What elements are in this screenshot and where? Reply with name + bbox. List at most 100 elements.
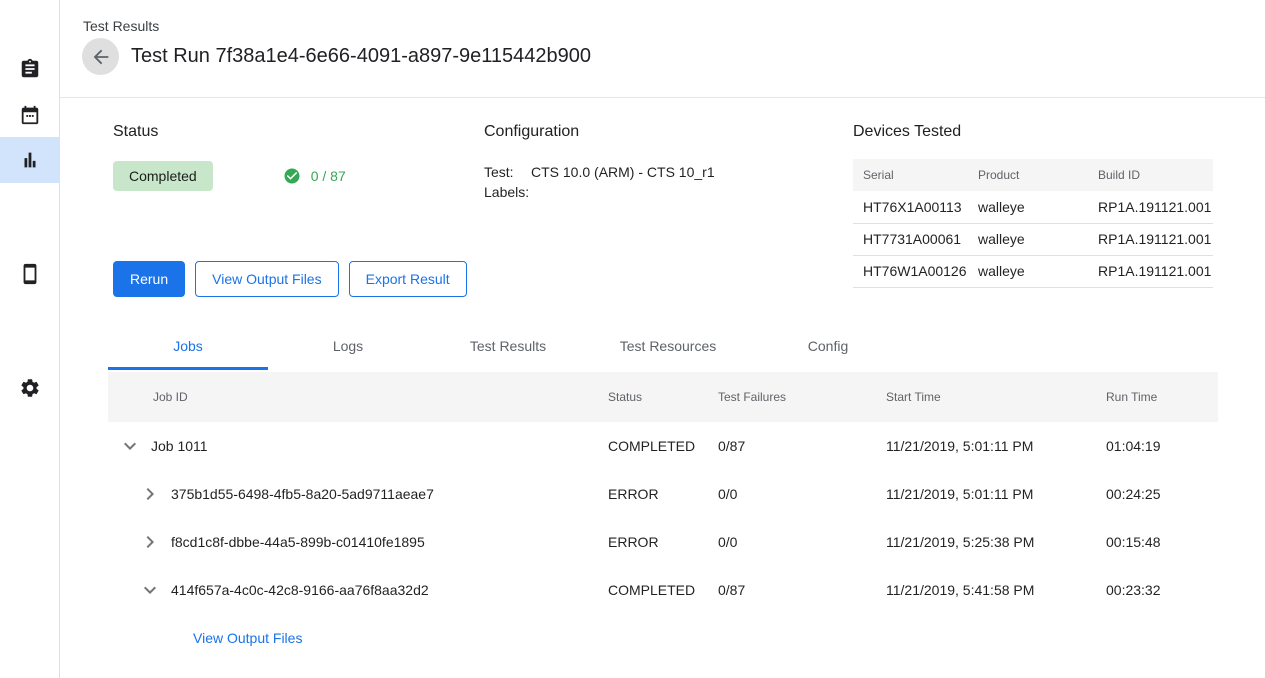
arrow-back-icon: [90, 46, 112, 68]
device-serial: HT7731A00061: [853, 223, 968, 255]
jobs-col-failures: Test Failures: [718, 390, 886, 404]
chevron-down-icon: [138, 578, 162, 602]
configuration-rows: Test:CTS 10.0 (ARM) - CTS 10_r1 Labels:: [484, 162, 853, 202]
job-status: COMPLETED: [608, 582, 718, 598]
job-status: ERROR: [608, 486, 718, 502]
device-serial: HT76X1A00113: [853, 191, 968, 223]
devices-col-build: Build ID: [1088, 159, 1213, 191]
devices-header-row: Serial Product Build ID: [853, 159, 1213, 191]
job-start-time: 11/21/2019, 5:41:58 PM: [886, 582, 1106, 598]
info-row: Status Completed 0 / 87 Rerun View Outpu…: [113, 123, 1265, 297]
job-failures: 0/87: [718, 582, 886, 598]
job-id: 375b1d55-6498-4fb5-8a20-5ad9711aeae7: [171, 486, 434, 502]
jobs-col-id: Job ID: [108, 390, 608, 404]
devices-col-product: Product: [968, 159, 1088, 191]
sidebar-item-devices[interactable]: [0, 251, 60, 297]
configuration-heading: Configuration: [484, 123, 853, 141]
back-button[interactable]: [82, 38, 119, 75]
job-link-row: View Output Files: [108, 614, 1218, 662]
status-section: Status Completed 0 / 87 Rerun View Outpu…: [113, 123, 484, 297]
job-failures: 0/0: [718, 534, 886, 550]
jobs-col-start: Start Time: [886, 390, 1106, 404]
job-run-time: 00:24:25: [1106, 486, 1218, 502]
sidebar-item-test-results[interactable]: [0, 137, 60, 183]
device-build: RP1A.191121.001: [1088, 223, 1213, 255]
expand-attempt-button[interactable]: [138, 482, 162, 506]
job-row: Job 1011 COMPLETED 0/87 11/21/2019, 5:01…: [108, 422, 1218, 470]
expand-attempt-button[interactable]: [138, 530, 162, 554]
sidebar-item-schedule[interactable]: [0, 92, 60, 138]
export-result-button[interactable]: Export Result: [349, 261, 467, 297]
page-header: Test Results Test Run 7f38a1e4-6e66-4091…: [60, 0, 1265, 98]
config-value: CTS 10.0 (ARM) - CTS 10_r1: [531, 164, 715, 180]
collapse-job-button[interactable]: [118, 434, 142, 458]
device-serial: HT76W1A00126: [853, 255, 968, 287]
content: Status Completed 0 / 87 Rerun View Outpu…: [60, 98, 1265, 662]
clipboard-icon: [19, 58, 41, 80]
job-row: 375b1d55-6498-4fb5-8a20-5ad9711aeae7 ERR…: [108, 470, 1218, 518]
tab-jobs[interactable]: Jobs: [108, 322, 268, 370]
failure-count-text: 0 / 87: [311, 168, 346, 184]
devices-section: Devices Tested Serial Product Build ID H…: [853, 123, 1213, 297]
device-product: walleye: [968, 255, 1088, 287]
device-row: HT76W1A00126 walleye RP1A.191121.001: [853, 255, 1213, 287]
rerun-button[interactable]: Rerun: [113, 261, 185, 297]
tab-config[interactable]: Config: [748, 322, 908, 370]
failure-count: 0 / 87: [283, 167, 346, 185]
job-id: Job 1011: [151, 438, 208, 454]
breadcrumb: Test Results: [83, 18, 159, 34]
tab-test-resources[interactable]: Test Resources: [588, 322, 748, 370]
chevron-right-icon: [138, 482, 162, 506]
view-output-files-link[interactable]: View Output Files: [193, 630, 302, 646]
config-row-test: Test:CTS 10.0 (ARM) - CTS 10_r1: [484, 162, 853, 182]
app: Test Results Test Run 7f38a1e4-6e66-4091…: [0, 0, 1265, 678]
config-label: Labels:: [484, 182, 531, 202]
job-status: ERROR: [608, 534, 718, 550]
calendar-icon: [19, 104, 41, 126]
jobs-col-run: Run Time: [1106, 390, 1218, 404]
bar-chart-icon: [19, 149, 41, 171]
device-row: HT76X1A00113 walleye RP1A.191121.001: [853, 191, 1213, 223]
tab-logs[interactable]: Logs: [268, 322, 428, 370]
check-circle-icon: [283, 167, 301, 185]
jobs-header-row: Job ID Status Test Failures Start Time R…: [108, 372, 1218, 422]
job-status: COMPLETED: [608, 438, 718, 454]
config-row-labels: Labels:: [484, 182, 853, 202]
config-label: Test:: [484, 162, 531, 182]
job-run-time: 00:23:32: [1106, 582, 1218, 598]
job-start-time: 11/21/2019, 5:01:11 PM: [886, 486, 1106, 502]
device-product: walleye: [968, 191, 1088, 223]
action-buttons: Rerun View Output Files Export Result: [113, 261, 484, 297]
job-failures: 0/87: [718, 438, 886, 454]
device-row: HT7731A00061 walleye RP1A.191121.001: [853, 223, 1213, 255]
view-output-files-button[interactable]: View Output Files: [195, 261, 338, 297]
page-title: Test Run 7f38a1e4-6e66-4091-a897-9e11544…: [131, 45, 591, 68]
devices-table: Serial Product Build ID HT76X1A00113 wal…: [853, 159, 1213, 288]
chevron-right-icon: [138, 530, 162, 554]
sidebar-item-test-plans[interactable]: [0, 46, 60, 92]
job-start-time: 11/21/2019, 5:01:11 PM: [886, 438, 1106, 454]
jobs-col-status: Status: [608, 390, 718, 404]
job-failures: 0/0: [718, 486, 886, 502]
tab-bar: Jobs Logs Test Results Test Resources Co…: [108, 322, 1218, 370]
collapse-attempt-button[interactable]: [138, 578, 162, 602]
tab-test-results[interactable]: Test Results: [428, 322, 588, 370]
status-line: Completed 0 / 87: [113, 161, 484, 191]
sidebar-item-settings[interactable]: [0, 365, 60, 411]
job-row: f8cd1c8f-dbbe-44a5-899b-c01410fe1895 ERR…: [108, 518, 1218, 566]
job-start-time: 11/21/2019, 5:25:38 PM: [886, 534, 1106, 550]
devices-col-serial: Serial: [853, 159, 968, 191]
phone-icon: [19, 263, 41, 285]
devices-heading: Devices Tested: [853, 123, 1213, 141]
job-id: f8cd1c8f-dbbe-44a5-899b-c01410fe1895: [171, 534, 425, 550]
chevron-down-icon: [118, 434, 142, 458]
job-row: 414f657a-4c0c-42c8-9166-aa76f8aa32d2 COM…: [108, 566, 1218, 614]
gear-icon: [19, 377, 41, 399]
job-id: 414f657a-4c0c-42c8-9166-aa76f8aa32d2: [171, 582, 429, 598]
title-row: Test Run 7f38a1e4-6e66-4091-a897-9e11544…: [82, 38, 591, 75]
main-area: Test Results Test Run 7f38a1e4-6e66-4091…: [60, 0, 1265, 678]
device-build: RP1A.191121.001: [1088, 191, 1213, 223]
job-run-time: 01:04:19: [1106, 438, 1218, 454]
sidebar: [0, 0, 60, 678]
device-product: walleye: [968, 223, 1088, 255]
